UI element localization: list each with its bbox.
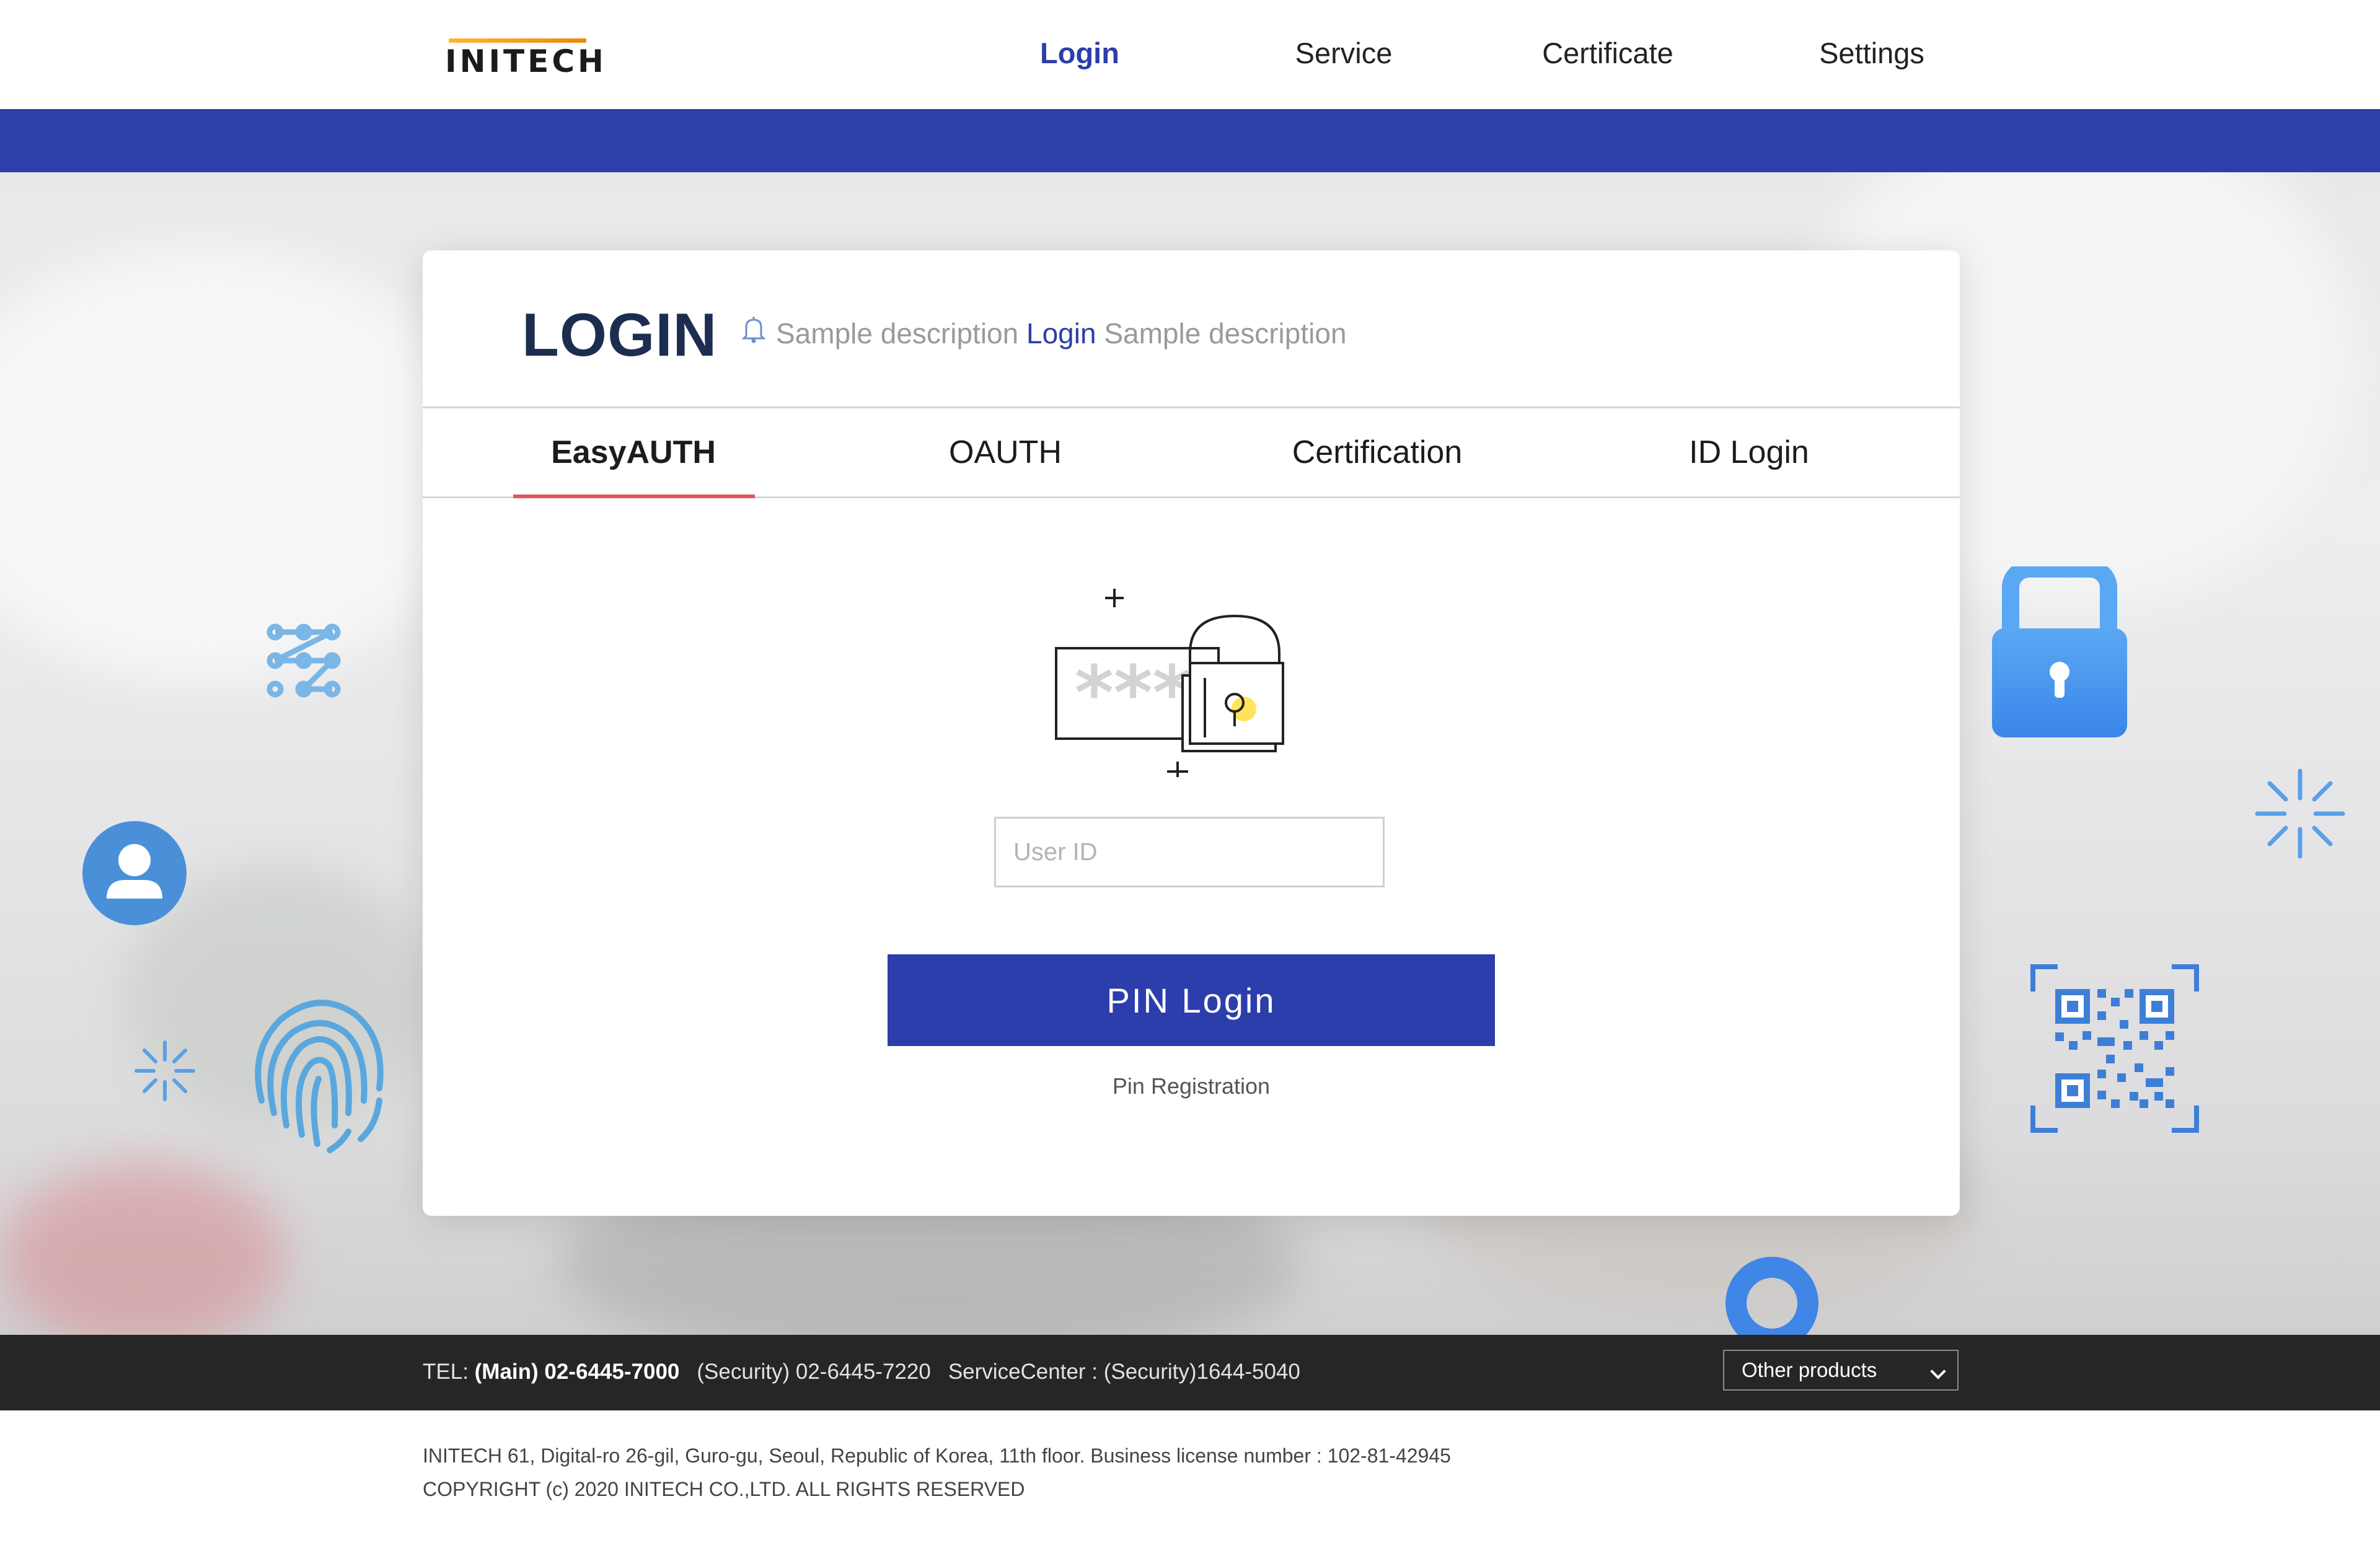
tab-oauth[interactable]: OAUTH (819, 408, 1191, 496)
company-address: INITECH 61, Digital-ro 26-gil, Guro-gu, … (423, 1445, 1451, 1467)
bg-blur-light (0, 247, 483, 680)
user-avatar-icon (82, 821, 187, 925)
desc-highlight: Login (1026, 317, 1096, 350)
bg-blur-red (0, 1164, 285, 1335)
header-blue-band (0, 109, 2380, 172)
nav-certificate[interactable]: Certificate (1527, 36, 1688, 70)
login-tabs: EasyAUTH OAUTH Certification ID Login (423, 407, 1960, 498)
pattern-icon (267, 623, 341, 698)
nav-login[interactable]: Login (999, 36, 1160, 70)
chevron-down-icon (1930, 1363, 1946, 1379)
tab-easyauth[interactable]: EasyAUTH (447, 408, 819, 496)
tel-security: (Security) 02-6445-7220 (697, 1360, 931, 1384)
initech-logo[interactable]: INITECH (445, 38, 604, 79)
tel-main: (Main) 02-6445-7000 (474, 1360, 680, 1384)
other-products-select[interactable]: Other products (1723, 1350, 1959, 1391)
nav-service[interactable]: Service (1263, 36, 1424, 70)
sparkle-icon (134, 1040, 195, 1101)
logo-text: INITECH (445, 43, 607, 79)
padlock-icon (1992, 566, 2127, 737)
desc-prefix: Sample description (776, 317, 1019, 350)
login-description: Sample description Login Sample descript… (738, 314, 1347, 350)
ring-icon (1726, 1257, 1818, 1335)
active-tab-underline (513, 495, 755, 498)
nav-settings[interactable]: Settings (1791, 36, 1952, 70)
pin-registration-link[interactable]: Pin Registration (1067, 1073, 1315, 1099)
tab-certification[interactable]: Certification (1191, 408, 1563, 496)
other-products-label: Other products (1742, 1358, 1877, 1381)
password-lock-icon: *** (1055, 589, 1284, 777)
qr-code-icon (2030, 964, 2199, 1133)
sparkle-icon-right (2255, 768, 2345, 859)
copyright: COPYRIGHT (c) 2020 INITECH CO.,LTD. ALL … (423, 1478, 1025, 1500)
fingerprint-icon (255, 1000, 384, 1153)
service-center: ServiceCenter : (Security)1644-5040 (948, 1360, 1300, 1384)
password-mask: *** (1075, 651, 1191, 737)
user-id-input[interactable] (994, 817, 1385, 887)
desc-suffix: Sample description (1104, 317, 1347, 350)
bell-icon (741, 317, 766, 343)
footer-contact: TEL: (Main) 02-6445-7000 (Security) 02-64… (423, 1360, 1300, 1384)
top-header: INITECH Login Service Certificate Settin… (0, 0, 2380, 109)
footer-info: INITECH 61, Digital-ro 26-gil, Guro-gu, … (423, 1439, 1451, 1506)
tab-id-login[interactable]: ID Login (1563, 408, 1935, 496)
tel-label: TEL: (423, 1360, 469, 1384)
pin-login-button[interactable]: PIN Login (888, 954, 1495, 1046)
logo-accent-bar (449, 38, 586, 43)
page-title: LOGIN (522, 301, 718, 369)
login-card: LOGIN Sample description Login Sample de… (423, 250, 1960, 1216)
footer-bar: TEL: (Main) 02-6445-7000 (Security) 02-64… (0, 1335, 2380, 1410)
